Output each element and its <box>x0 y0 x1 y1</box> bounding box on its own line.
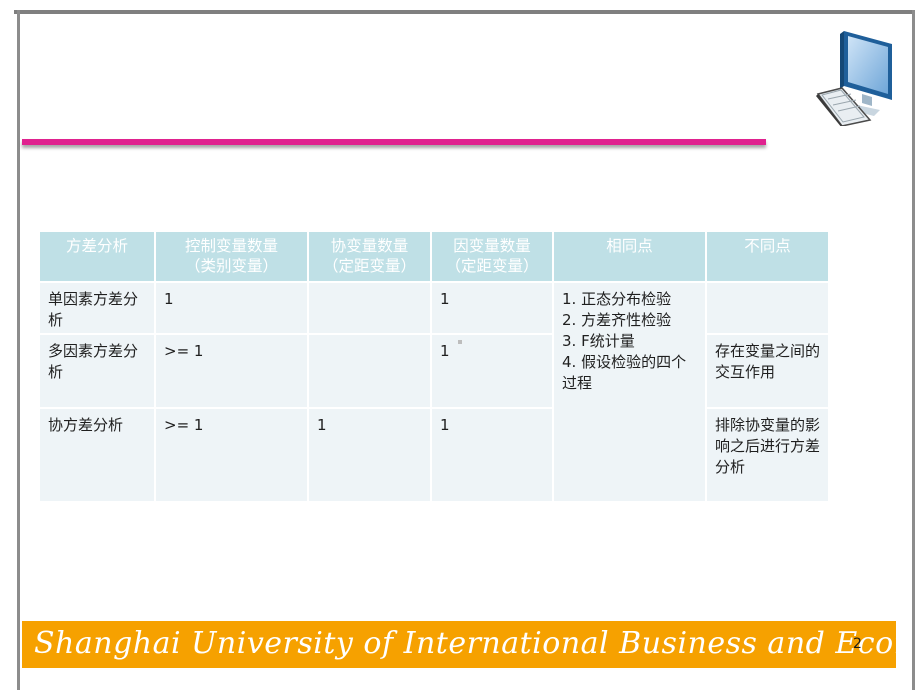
cell-difference: 排除协变量的影响之后进行方差分析 <box>705 407 830 503</box>
cell-covariate: 1 <box>307 407 432 503</box>
page-number: 2 <box>853 636 862 652</box>
similarity-item: 3. F统计量 <box>562 332 635 350</box>
cell-dependent: 1 <box>430 281 554 335</box>
header-dependent-count: 因变量数量 （定距变量） <box>430 230 554 283</box>
cell-control: 1 <box>154 281 309 335</box>
frame-left-border <box>17 10 20 690</box>
table-row: 协方差分析 >= 1 1 1 排除协变量的影响之后进行方差分析 <box>38 407 830 503</box>
computer-icon <box>816 31 892 126</box>
cell-covariate <box>307 281 432 335</box>
cell-difference <box>705 281 830 335</box>
header-covariate-count: 协变量数量 （定距变量） <box>307 230 432 283</box>
cell-method: 多因素方差分析 <box>38 333 156 409</box>
cell-method: 协方差分析 <box>38 407 156 503</box>
cell-method: 单因素方差分析 <box>38 281 156 335</box>
cell-covariate <box>307 333 432 409</box>
cell-dependent: 1 <box>430 333 554 409</box>
cell-difference: 存在变量之间的交互作用 <box>705 333 830 409</box>
cell-dependent: 1 <box>430 407 554 503</box>
frame-right-border <box>912 10 915 690</box>
accent-divider <box>22 139 766 145</box>
header-control-count: 控制变量数量 （类别变量） <box>154 230 309 283</box>
table-row: 单因素方差分析 1 1 1. 正态分布检验 2. 方差齐性检验 3. F统计量 … <box>38 281 830 503</box>
cell-control: >= 1 <box>154 333 309 409</box>
header-similarity: 相同点 <box>552 230 707 283</box>
anova-comparison-table: 方差分析 控制变量数量 （类别变量） 协变量数量 （定距变量） 因变量数量 （定… <box>38 230 830 503</box>
similarity-list: 1. 正态分布检验 2. 方差齐性检验 3. F统计量 4. 假设检验的四个过程 <box>562 289 697 394</box>
table-row: 多因素方差分析 >= 1 1 存在变量之间的交互作用 <box>38 333 830 409</box>
header-difference: 不同点 <box>705 230 830 283</box>
placeholder-dot <box>458 340 462 344</box>
footer-banner: Shanghai University of International Bus… <box>22 621 896 668</box>
frame-top-border <box>14 10 914 14</box>
footer-university-name: Shanghai University of International Bus… <box>34 626 896 661</box>
similarity-item: 1. 正态分布检验 <box>562 290 672 308</box>
cell-similarity: 1. 正态分布检验 2. 方差齐性检验 3. F统计量 4. 假设检验的四个过程 <box>552 281 707 503</box>
similarity-item: 4. 假设检验的四个过程 <box>562 353 687 392</box>
cell-control: >= 1 <box>154 407 309 503</box>
slide: 方差分析 控制变量数量 （类别变量） 协变量数量 （定距变量） 因变量数量 （定… <box>0 0 920 690</box>
similarity-item: 2. 方差齐性检验 <box>562 311 672 329</box>
table-header-row: 方差分析 控制变量数量 （类别变量） 协变量数量 （定距变量） 因变量数量 （定… <box>38 230 830 283</box>
header-method: 方差分析 <box>38 230 156 283</box>
